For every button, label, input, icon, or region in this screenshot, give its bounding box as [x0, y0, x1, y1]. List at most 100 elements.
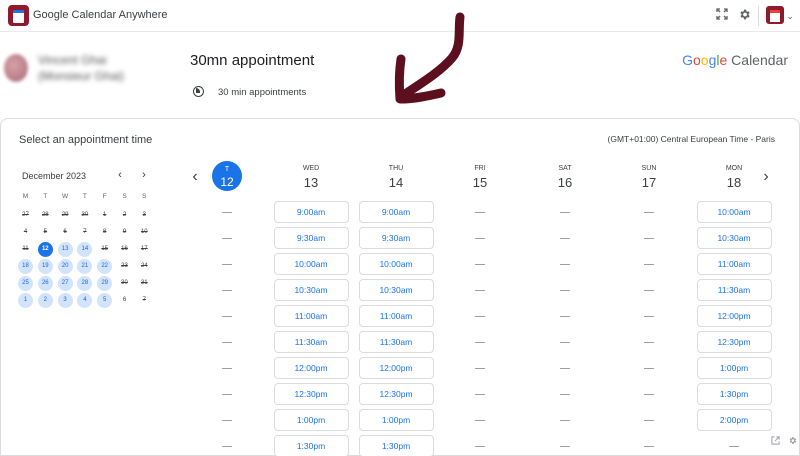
time-slot-button[interactable]: 11:00am [696, 253, 772, 275]
gear-icon[interactable] [736, 8, 752, 24]
mini-calendar-next-button[interactable]: › [138, 169, 150, 181]
no-slot-dash [560, 342, 570, 343]
timezone-selector[interactable]: (GMT+01:00) Central European Time - Pari… [608, 134, 775, 144]
time-slot-button[interactable]: 10:30am [358, 279, 434, 301]
app-window: Google Calendar Anywhere ⌄ Vincent Ghai … [0, 0, 800, 456]
no-slot-dash [644, 316, 654, 317]
time-slot-button[interactable]: 1:30pm [696, 383, 772, 405]
toolbar-divider [758, 6, 759, 26]
no-slot-dash [644, 368, 654, 369]
mini-calendar-day: 7 [142, 297, 146, 303]
mini-calendar-day: 6 [122, 297, 127, 303]
time-slot-button[interactable]: 9:30am [273, 227, 349, 249]
time-slot-button[interactable]: 10:00am [696, 201, 772, 223]
host-name: Vincent Ghai (Monsieur Ghai) [38, 52, 124, 84]
time-slot-button[interactable]: 12:00pm [358, 357, 434, 379]
google-letter: G [682, 52, 693, 68]
time-slot-button[interactable]: 11:00am [358, 305, 434, 327]
no-slot-dash [644, 264, 654, 265]
mini-calendar-day[interactable]: 1 [18, 293, 33, 308]
time-slot-button[interactable]: 10:00am [358, 253, 434, 275]
mini-calendar-day[interactable]: 12 [37, 242, 53, 257]
day-number[interactable]: 12 [212, 175, 242, 189]
no-slot-dash [644, 420, 654, 421]
settings-icon[interactable] [786, 436, 798, 448]
no-slot-dash [475, 264, 485, 265]
time-slot-button[interactable]: 1:30pm [358, 435, 434, 456]
mini-calendar-day[interactable]: 3 [57, 293, 73, 308]
mini-calendar-day[interactable]: 2 [37, 293, 53, 308]
time-slot-button[interactable]: 11:30am [273, 331, 349, 353]
google-letter: o [692, 52, 701, 68]
time-slot-button[interactable]: 9:00am [358, 201, 434, 223]
no-slot-dash [222, 264, 232, 265]
no-slot-dash [475, 446, 485, 447]
week-prev-button[interactable]: ‹ [188, 168, 202, 186]
no-slot-dash [475, 420, 485, 421]
time-slot-button[interactable]: 1:00pm [358, 409, 434, 431]
time-slot-button[interactable]: 1:00pm [273, 409, 349, 431]
no-slot-dash [475, 342, 485, 343]
no-slot-dash [644, 290, 654, 291]
no-slot-dash [560, 212, 570, 213]
time-slot-button[interactable]: 10:30am [273, 279, 349, 301]
mini-calendar-day[interactable]: 13 [57, 242, 73, 257]
time-slot-button[interactable]: 12:30pm [696, 331, 772, 353]
mini-calendar-day[interactable]: 25 [18, 276, 33, 291]
mini-calendar-day: 31 [140, 280, 148, 286]
mini-calendar-day: 6 [63, 229, 67, 235]
mini-calendar-dow: W [62, 193, 69, 200]
day-number: 13 [303, 175, 319, 190]
time-slot-button[interactable]: 10:30am [696, 227, 772, 249]
mini-calendar-day[interactable]: 18 [18, 259, 33, 274]
duration-icon [193, 86, 204, 97]
mini-calendar-day: 5 [43, 229, 47, 235]
time-slot-button[interactable]: 12:30pm [273, 383, 349, 405]
no-slot-dash [560, 368, 570, 369]
time-slot-button[interactable]: 12:30pm [358, 383, 434, 405]
no-slot-dash [222, 394, 232, 395]
no-slot-dash [475, 212, 485, 213]
fullscreen-icon[interactable] [714, 8, 730, 24]
day-of-week-label: T [224, 166, 230, 173]
mini-calendar-day: 29 [61, 212, 69, 218]
no-slot-dash [644, 342, 654, 343]
mini-calendar-day[interactable]: 26 [37, 276, 53, 291]
mini-calendar-day: 27 [22, 212, 29, 218]
mini-calendar-day[interactable]: 19 [37, 259, 53, 274]
time-slot-button[interactable]: 11:30am [358, 331, 434, 353]
time-slot-button[interactable]: 12:00pm [696, 305, 772, 327]
mini-calendar-day: 30 [121, 280, 128, 286]
panel-title: Select an appointment time [19, 134, 153, 146]
time-slot-button[interactable]: 10:00am [273, 253, 349, 275]
mini-calendar-day[interactable]: 27 [57, 276, 73, 291]
mini-calendar-day: 4 [23, 229, 28, 235]
mini-calendar-prev-button[interactable]: ‹ [114, 169, 126, 181]
time-slot-button[interactable]: 9:00am [273, 201, 349, 223]
open-external-icon[interactable] [769, 436, 781, 448]
mini-calendar-day: 23 [121, 263, 128, 269]
no-slot-dash [560, 264, 570, 265]
day-number: 14 [388, 175, 404, 190]
mini-calendar-day: 3 [142, 212, 146, 218]
time-slot-button[interactable]: 2:00pm [696, 409, 772, 431]
time-slot-button[interactable]: 11:00am [273, 305, 349, 327]
time-slot-button[interactable]: 12:00pm [273, 357, 349, 379]
mini-calendar-dow: T [43, 193, 48, 200]
no-slot-dash [222, 238, 232, 239]
chevron-down-icon[interactable]: ⌄ [782, 8, 798, 24]
time-slot-button[interactable]: 9:30am [358, 227, 434, 249]
day-of-week-label: WED [302, 165, 320, 172]
day-number: 17 [641, 175, 657, 190]
mini-calendar-day[interactable]: 20 [57, 259, 73, 274]
mini-calendar-day: 24 [140, 263, 148, 269]
no-slot-dash [222, 446, 232, 447]
mini-calendar-dow: S [142, 193, 147, 200]
time-slot-button[interactable]: 1:00pm [696, 357, 772, 379]
no-slot-dash [560, 446, 570, 447]
mini-calendar-day: 11 [22, 246, 29, 252]
day-number: 15 [472, 175, 488, 190]
time-slot-button[interactable]: 1:30pm [273, 435, 349, 456]
time-slot-button[interactable]: 11:30am [696, 279, 772, 301]
no-slot-dash [644, 446, 654, 447]
